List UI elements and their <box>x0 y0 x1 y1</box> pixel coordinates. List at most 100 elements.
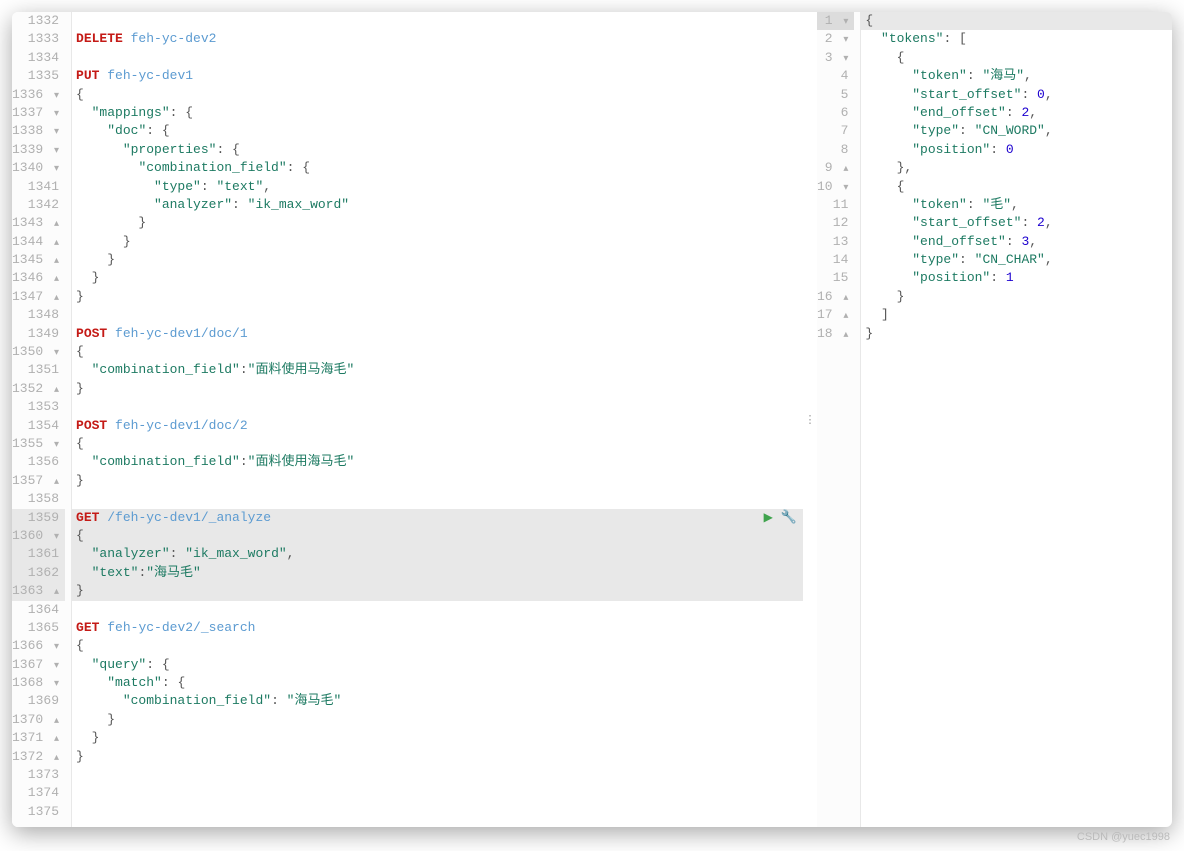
code-line[interactable]: "combination_field": "海马毛" <box>72 692 803 710</box>
code-line: "position": 0 <box>861 141 1172 159</box>
code-line: "tokens": [ <box>861 30 1172 48</box>
line-number: 10 ▾ <box>817 178 854 196</box>
left-code-area[interactable]: DELETE feh-yc-dev2PUT feh-yc-dev1{ "mapp… <box>72 12 803 827</box>
code-line[interactable]: { <box>72 527 803 545</box>
line-number: 1353 <box>12 398 65 416</box>
right-line-gutter: 1 ▾2 ▾3 ▾456789 ▴10 ▾111213141516 ▴17 ▴1… <box>817 12 861 827</box>
panel-divider[interactable]: ⋮ <box>803 12 817 827</box>
fold-toggle-icon[interactable]: ▴ <box>838 308 848 326</box>
code-line[interactable]: "doc": { <box>72 122 803 140</box>
line-number: 1356 <box>12 453 65 471</box>
code-line[interactable]: { <box>72 86 803 104</box>
request-editor[interactable]: 13321333133413351336 ▾1337 ▾1338 ▾1339 ▾… <box>12 12 803 827</box>
line-number: 1360 ▾ <box>12 527 65 545</box>
line-number: 1335 <box>12 67 65 85</box>
code-line[interactable]: "properties": { <box>72 141 803 159</box>
line-number: 1338 ▾ <box>12 122 65 140</box>
line-number: 1374 <box>12 784 65 802</box>
line-number: 1332 <box>12 12 65 30</box>
code-line[interactable] <box>72 306 803 324</box>
code-line[interactable] <box>72 49 803 67</box>
fold-toggle-icon[interactable]: ▴ <box>49 731 59 749</box>
line-number: 1373 <box>12 766 65 784</box>
code-line[interactable] <box>72 803 803 821</box>
code-line[interactable] <box>72 398 803 416</box>
line-number: 17 ▴ <box>817 306 854 324</box>
response-viewer[interactable]: 1 ▾2 ▾3 ▾456789 ▴10 ▾111213141516 ▴17 ▴1… <box>817 12 1172 827</box>
code-line[interactable]: { <box>72 343 803 361</box>
code-line[interactable]: } <box>72 582 803 600</box>
line-number: 4 <box>817 67 854 85</box>
line-number: 1355 ▾ <box>12 435 65 453</box>
line-number: 1367 ▾ <box>12 656 65 674</box>
code-line[interactable]: } <box>72 711 803 729</box>
code-line[interactable]: PUT feh-yc-dev1 <box>72 67 803 85</box>
code-line[interactable]: } <box>72 729 803 747</box>
line-number: 1349 <box>12 325 65 343</box>
code-line[interactable]: "combination_field":"面料使用马海毛" <box>72 361 803 379</box>
line-number: 1369 <box>12 692 65 710</box>
line-number: 13 <box>817 233 854 251</box>
code-line: "start_offset": 0, <box>861 86 1172 104</box>
code-line[interactable]: } <box>72 288 803 306</box>
code-line[interactable]: } <box>72 251 803 269</box>
code-line: "type": "CN_WORD", <box>861 122 1172 140</box>
fold-toggle-icon[interactable]: ▴ <box>838 327 848 345</box>
code-line[interactable]: "combination_field":"面料使用海马毛" <box>72 453 803 471</box>
line-number: 1348 <box>12 306 65 324</box>
code-line[interactable]: GET feh-yc-dev2/_search <box>72 619 803 637</box>
fold-toggle-icon[interactable]: ▾ <box>49 639 59 657</box>
query-options-button[interactable]: 🔧 <box>781 509 797 527</box>
code-line[interactable] <box>72 784 803 802</box>
code-line[interactable]: } <box>72 380 803 398</box>
code-line[interactable]: } <box>72 748 803 766</box>
code-line[interactable]: "match": { <box>72 674 803 692</box>
code-line[interactable]: { <box>72 435 803 453</box>
code-line: { <box>861 178 1172 196</box>
code-line: { <box>861 12 1172 30</box>
code-line[interactable]: "analyzer": "ik_max_word", <box>72 545 803 563</box>
code-line: }, <box>861 159 1172 177</box>
fold-toggle-icon[interactable]: ▾ <box>49 124 59 142</box>
line-number: 1357 ▴ <box>12 472 65 490</box>
line-number: 12 <box>817 214 854 232</box>
code-line: "token": "毛", <box>861 196 1172 214</box>
code-line[interactable]: } <box>72 233 803 251</box>
fold-toggle-icon[interactable]: ▴ <box>838 161 848 179</box>
code-line: } <box>861 288 1172 306</box>
line-number: 1340 ▾ <box>12 159 65 177</box>
code-line[interactable]: { <box>72 637 803 655</box>
fold-toggle-icon[interactable]: ▾ <box>49 161 59 179</box>
code-line[interactable] <box>72 601 803 619</box>
line-number: 2 ▾ <box>817 30 854 48</box>
line-number: 1371 ▴ <box>12 729 65 747</box>
code-line[interactable]: "mappings": { <box>72 104 803 122</box>
code-line[interactable]: DELETE feh-yc-dev2 <box>72 30 803 48</box>
code-line[interactable] <box>72 12 803 30</box>
code-line[interactable]: "type": "text", <box>72 178 803 196</box>
code-line[interactable]: } <box>72 269 803 287</box>
line-number: 1 ▾ <box>817 12 854 30</box>
code-line[interactable]: POST feh-yc-dev1/doc/1 <box>72 325 803 343</box>
code-line[interactable]: POST feh-yc-dev1/doc/2 <box>72 417 803 435</box>
watermark-text: CSDN @yuec1998 <box>1077 831 1170 843</box>
line-number: 7 <box>817 122 854 140</box>
code-line[interactable]: } <box>72 472 803 490</box>
line-number: 14 <box>817 251 854 269</box>
code-line[interactable]: "text":"海马毛" <box>72 564 803 582</box>
line-number: 1346 ▴ <box>12 269 65 287</box>
fold-toggle-icon[interactable]: ▴ <box>49 216 59 234</box>
code-line[interactable]: GET /feh-yc-dev1/_analyze▶🔧 <box>72 509 803 527</box>
fold-toggle-icon[interactable]: ▴ <box>49 584 59 602</box>
code-line[interactable]: "combination_field": { <box>72 159 803 177</box>
code-line[interactable] <box>72 490 803 508</box>
code-line[interactable]: "query": { <box>72 656 803 674</box>
line-number: 18 ▴ <box>817 325 854 343</box>
line-number: 1364 <box>12 601 65 619</box>
code-line[interactable] <box>72 766 803 784</box>
code-line[interactable]: } <box>72 214 803 232</box>
code-line: "token": "海马", <box>861 67 1172 85</box>
line-number: 1372 ▴ <box>12 748 65 766</box>
code-line[interactable]: "analyzer": "ik_max_word" <box>72 196 803 214</box>
run-query-button[interactable]: ▶ <box>764 509 773 527</box>
